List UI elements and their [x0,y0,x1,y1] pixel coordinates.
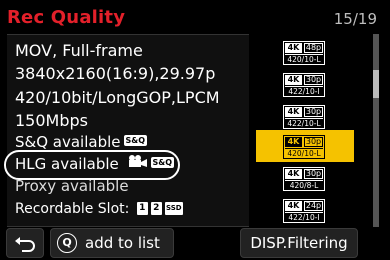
slot-ssd-badge: SSD [164,201,183,215]
format-codec: 422/10-I [285,212,323,222]
format-item[interactable]: 4K 48p 420/10-L [256,36,354,68]
format-item-selected[interactable]: 4K 30p 420/10-L [256,130,354,162]
format-icon: 4K 30p 420/10-L [283,135,325,159]
bottom-bar: Q add to list DISP.Filtering [0,228,390,260]
format-item[interactable]: 4K 30p 420/8-L [256,162,354,194]
format-resolution: 4K [285,201,302,211]
back-button[interactable] [6,228,44,258]
resolution-line: 3840x2160(16:9),29.97p [15,64,216,83]
format-codec: 420/8-L [285,180,323,190]
recordable-slot-line: Recordable Slot: 1 2 SSD [15,201,183,217]
slot-2-badge: 2 [150,201,162,215]
sq-badge: S&Q [123,135,148,146]
format-framerate: 30p [304,137,323,147]
format-resolution: 4K [285,169,302,179]
format-codec: 420/10-L [285,148,323,158]
slot-1-badge: 1 [136,201,148,215]
format-framerate: 48p [304,43,323,53]
page-indicator: 15/19 [333,10,377,28]
format-framerate: 30p [304,75,323,85]
format-resolution: 4K [285,107,302,117]
q-key-icon: Q [57,233,77,253]
add-to-list-button[interactable]: Q add to list [50,228,174,258]
format-framerate: 30p [304,169,323,179]
format-item[interactable]: 4K 30p 422/10-I [256,68,354,100]
recordable-slot-label: Recordable Slot: [15,201,130,217]
info-panel: MOV, Full-frame 3840x2160(16:9),29.97p 4… [7,34,249,227]
add-to-list-label: add to list [85,234,160,252]
sq-available-line: S&Q available S&Q [15,133,148,151]
format-framerate: 30p [304,107,323,117]
format-framerate: 24p [304,201,323,211]
format-codec: 422/10-L [285,118,323,128]
format-icon: 4K 24p 422/10-I [283,199,325,223]
format-item[interactable]: 4K 30p 422/10-L [256,100,354,132]
page-title: Rec Quality [7,7,126,28]
format-icon: 4K 30p 422/10-I [283,73,325,97]
format-list[interactable]: 4K 48p 420/10-L 4K 30p 422/10-I 4K 30p 4… [256,34,354,227]
hlg-highlight-outline [4,150,180,180]
scrollbar-track[interactable] [373,34,379,227]
bitrate-line: 150Mbps [15,111,88,130]
codec-line: 420/10bit/LongGOP,LPCM [15,88,220,107]
format-codec: 420/10-L [285,54,323,64]
format-line: MOV, Full-frame [15,41,143,60]
format-codec: 422/10-I [285,86,323,96]
rec-quality-screen: Rec Quality 15/19 MOV, Full-frame 3840x2… [0,0,390,260]
disp-filtering-button[interactable]: DISP.Filtering [240,228,358,258]
format-icon: 4K 30p 422/10-L [283,105,325,129]
sq-available-label: S&Q available [15,133,121,151]
format-resolution: 4K [285,43,302,53]
format-item[interactable]: 4K 24p 422/10-I [256,194,354,226]
format-resolution: 4K [285,75,302,85]
format-resolution: 4K [285,137,302,147]
format-icon: 4K 48p 420/10-L [283,41,325,65]
scrollbar-thumb[interactable] [373,70,379,98]
return-arrow-icon [15,236,35,252]
format-icon: 4K 30p 420/8-L [283,167,325,191]
